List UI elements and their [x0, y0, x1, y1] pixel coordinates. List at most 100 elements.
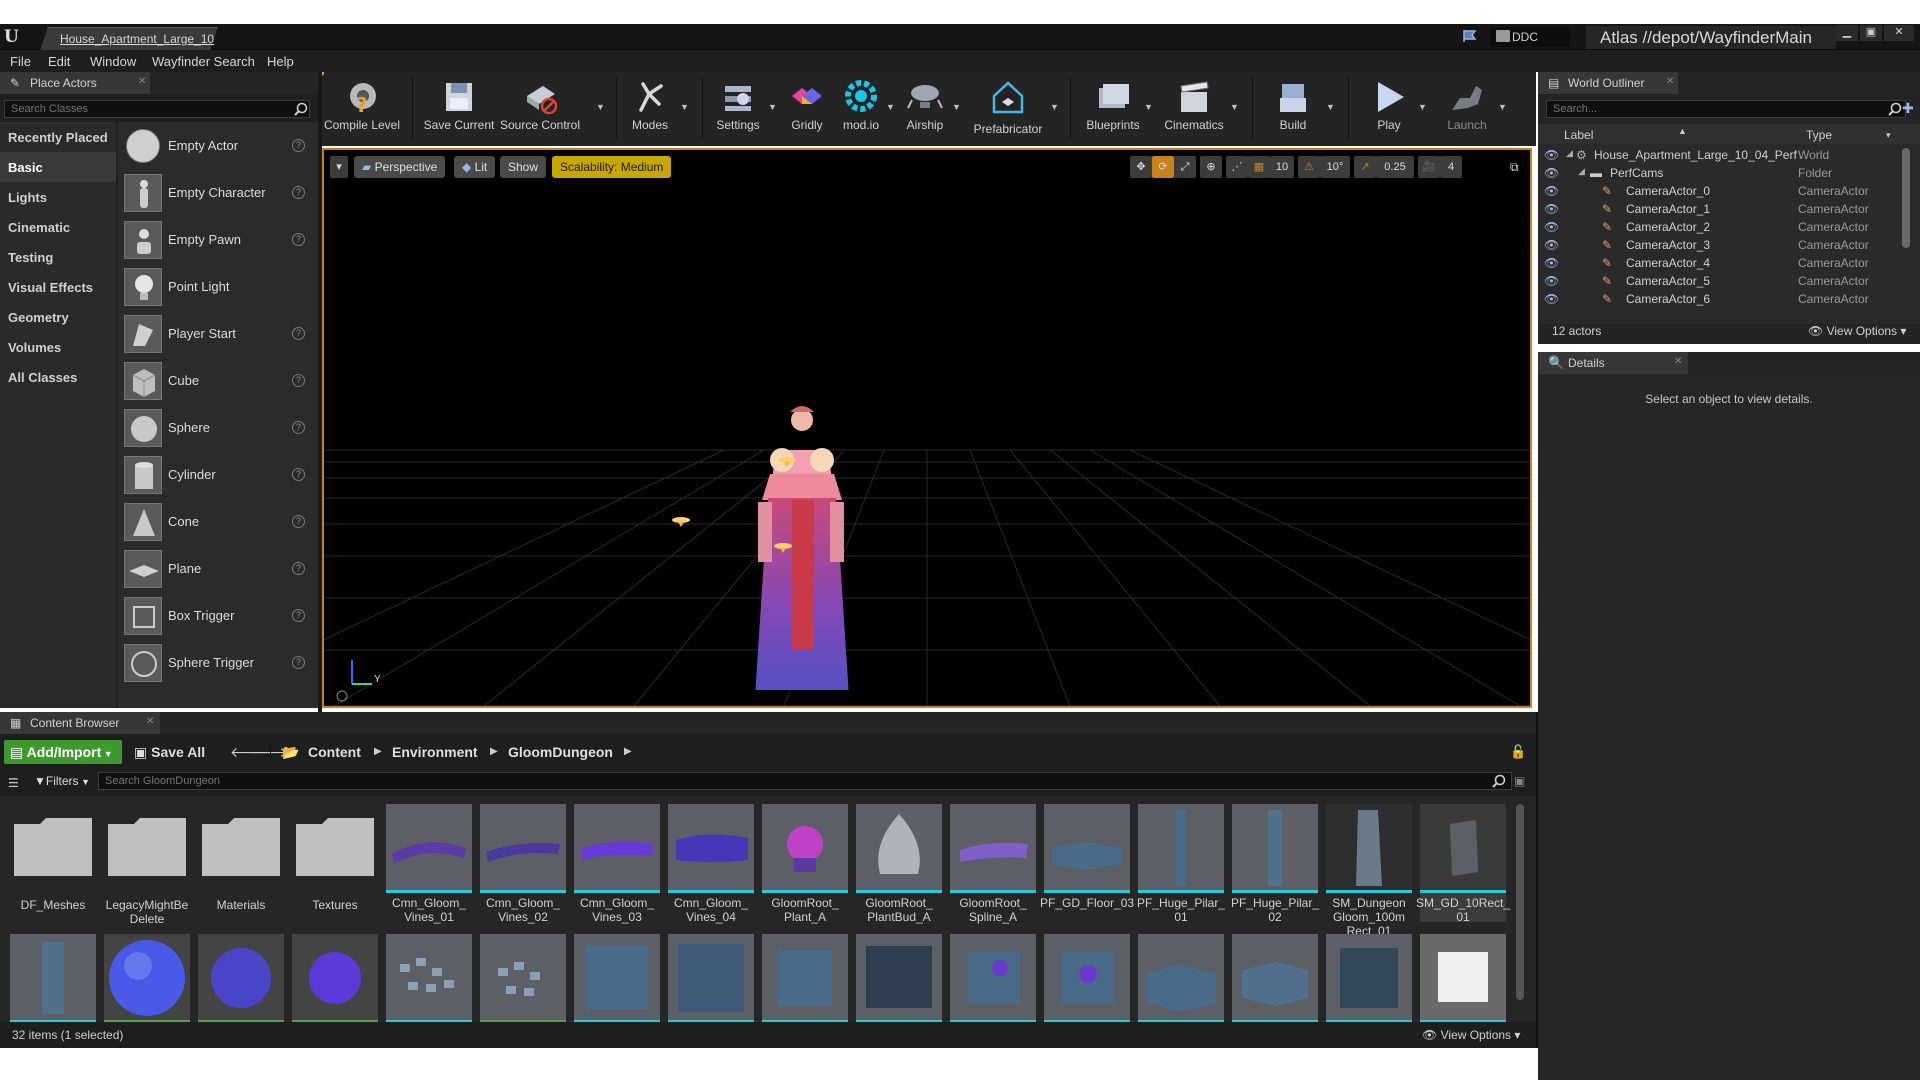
- content-search-input[interactable]: [98, 772, 1512, 790]
- source-control-path[interactable]: Atlas //depot/WayfinderMain: [1586, 26, 1836, 49]
- chevron-down-icon[interactable]: ▼: [1230, 102, 1239, 112]
- breadcrumb-chevron-icon[interactable]: ▶: [490, 746, 498, 757]
- add-import-button[interactable]: ▤ Add/Import ▼: [4, 740, 122, 764]
- filters-button[interactable]: ▼Filters ▼: [34, 774, 90, 788]
- menu-file[interactable]: File: [10, 54, 31, 69]
- asset-tile[interactable]: [762, 934, 848, 1023]
- actor-player-start[interactable]: Player Start ?: [120, 311, 314, 358]
- chevron-down-icon[interactable]: ▼: [1144, 102, 1153, 112]
- asset-tile[interactable]: [198, 934, 284, 1023]
- chevron-down-icon[interactable]: ▼: [768, 102, 777, 112]
- asset-tile[interactable]: [292, 934, 378, 1023]
- asset-folder[interactable]: LegacyMightBe Delete: [104, 806, 190, 926]
- asset-tile[interactable]: SM_Dungeon Gloom_100m Rect_01: [1326, 804, 1412, 938]
- asset-tile[interactable]: PF_Huge_Pilar_ 01: [1137, 804, 1225, 924]
- column-options-icon[interactable]: ▾: [1886, 130, 1891, 141]
- asset-tile[interactable]: Cmn_Gloom_ Vines_04: [668, 804, 754, 924]
- actor-point-light[interactable]: Point Light: [120, 264, 314, 311]
- help-icon[interactable]: ?: [292, 656, 305, 669]
- source-control-button[interactable]: Source Control: [498, 72, 582, 146]
- launch-button[interactable]: Launch: [1432, 72, 1502, 146]
- asset-tile[interactable]: [1420, 934, 1506, 1023]
- camera-speed-value[interactable]: 4: [1440, 156, 1462, 178]
- panel-splitter[interactable]: [318, 72, 322, 712]
- grid-snap-icon[interactable]: ▦: [1248, 156, 1270, 178]
- asset-tile[interactable]: PF_Huge_Pilar_ 02: [1231, 804, 1319, 924]
- grid-snap-value[interactable]: 10: [1270, 156, 1294, 178]
- maximize-viewport-icon[interactable]: ⧉: [1510, 160, 1519, 175]
- menu-help[interactable]: Help: [267, 54, 294, 69]
- save-search-icon[interactable]: ▣: [1514, 774, 1525, 788]
- search-classes-input[interactable]: [4, 100, 310, 118]
- chevron-down-icon[interactable]: ▼: [886, 102, 895, 112]
- chevron-down-icon[interactable]: ▼: [680, 102, 689, 112]
- rotate-icon[interactable]: ⟳: [1152, 156, 1174, 178]
- scalability-warning-button[interactable]: Scalability: Medium: [552, 156, 672, 178]
- asset-tile[interactable]: [856, 934, 942, 1023]
- asset-tile[interactable]: [104, 934, 190, 1023]
- category-testing[interactable]: Testing: [0, 242, 116, 272]
- rotation-snap-value[interactable]: 10°: [1320, 156, 1350, 178]
- outliner-row-camera[interactable]: 👁 ✎ CameraActor_6 CameraActor: [1544, 292, 1910, 310]
- outliner-search-input[interactable]: [1546, 100, 1906, 118]
- breadcrumb-environment[interactable]: Environment: [392, 744, 478, 760]
- close-tab-icon[interactable]: ✕: [146, 716, 154, 727]
- scale-icon[interactable]: ⤢: [1174, 156, 1196, 178]
- chevron-down-icon[interactable]: ▼: [1418, 102, 1427, 112]
- outliner-row-world[interactable]: 👁 ◢ ⚙ House_Apartment_Large_10_04_Perf W…: [1544, 148, 1910, 166]
- asset-tile[interactable]: [668, 934, 754, 1023]
- asset-tile[interactable]: [1232, 934, 1318, 1023]
- scale-snap-icon[interactable]: ↗: [1354, 156, 1376, 178]
- asset-tile-selected[interactable]: SM_GD_10Rect_ 01: [1416, 804, 1510, 924]
- actor-cylinder[interactable]: Cylinder ?: [120, 452, 314, 499]
- help-icon[interactable]: ?: [292, 609, 305, 622]
- help-icon[interactable]: ?: [292, 421, 305, 434]
- folder-tree-icon[interactable]: 📂: [282, 744, 299, 761]
- actor-box-trigger[interactable]: Box Trigger ?: [120, 593, 314, 640]
- asset-tile[interactable]: GloomRoot_ Plant_A: [762, 804, 848, 924]
- actor-empty-actor[interactable]: Empty Actor ?: [120, 123, 314, 170]
- help-icon[interactable]: ?: [292, 186, 305, 199]
- airship-button[interactable]: Airship: [898, 72, 952, 146]
- actor-cone[interactable]: Cone ?: [120, 499, 314, 546]
- asset-tile[interactable]: Cmn_Gloom_ Vines_02: [480, 804, 566, 924]
- category-cinematic[interactable]: Cinematic: [0, 212, 116, 242]
- chevron-down-icon[interactable]: ▼: [952, 102, 961, 112]
- translate-icon[interactable]: ✥: [1130, 156, 1152, 178]
- visibility-eye-icon[interactable]: 👁: [1544, 202, 1559, 216]
- actor-plane[interactable]: Plane ?: [120, 546, 314, 593]
- actor-sphere-trigger[interactable]: Sphere Trigger ?: [120, 640, 314, 687]
- rotation-snap-icon[interactable]: ⚠: [1298, 156, 1320, 178]
- menu-edit[interactable]: Edit: [48, 54, 70, 69]
- category-recently-placed[interactable]: Recently Placed: [0, 122, 116, 152]
- show-button[interactable]: Show: [500, 156, 547, 178]
- asset-tile[interactable]: GloomRoot_ Spline_A: [950, 804, 1036, 924]
- help-icon[interactable]: ?: [292, 233, 305, 246]
- asset-folder[interactable]: DF_Meshes: [10, 806, 96, 924]
- surface-snap-icon[interactable]: ⋰: [1226, 156, 1248, 178]
- column-label-header[interactable]: Label: [1564, 128, 1593, 142]
- breadcrumb-chevron-icon[interactable]: ▶: [374, 746, 382, 757]
- asset-tile[interactable]: [1326, 934, 1412, 1023]
- expand-arrow-icon[interactable]: ◢: [1566, 148, 1573, 159]
- outliner-view-options[interactable]: 👁 View Options ▾: [1808, 324, 1906, 338]
- asset-tile[interactable]: [386, 934, 472, 1023]
- menu-window[interactable]: Window: [90, 54, 136, 69]
- visibility-eye-icon[interactable]: 👁: [1544, 256, 1559, 270]
- help-icon[interactable]: ?: [292, 562, 305, 575]
- breadcrumb-chevron-icon[interactable]: ▶: [624, 746, 632, 757]
- add-filter-icon[interactable]: ✚: [1902, 100, 1914, 117]
- visibility-eye-icon[interactable]: 👁: [1544, 238, 1559, 252]
- close-tab-icon[interactable]: ✕: [1674, 356, 1682, 367]
- maximize-button[interactable]: ▣: [1860, 25, 1882, 41]
- visibility-eye-icon[interactable]: 👁: [1544, 148, 1559, 162]
- build-button[interactable]: Build: [1258, 72, 1328, 146]
- visibility-eye-icon[interactable]: 👁: [1544, 166, 1559, 180]
- help-icon[interactable]: ?: [292, 327, 305, 340]
- asset-tile[interactable]: GloomRoot_ PlantBud_A: [856, 804, 942, 924]
- flag-icon[interactable]: [1462, 29, 1478, 43]
- level-viewport[interactable]: ▾ ▰ Perspective ◆ Lit Show Scalability: …: [322, 148, 1532, 708]
- help-icon[interactable]: ?: [292, 374, 305, 387]
- help-icon[interactable]: ?: [292, 515, 305, 528]
- visibility-eye-icon[interactable]: 👁: [1544, 292, 1559, 306]
